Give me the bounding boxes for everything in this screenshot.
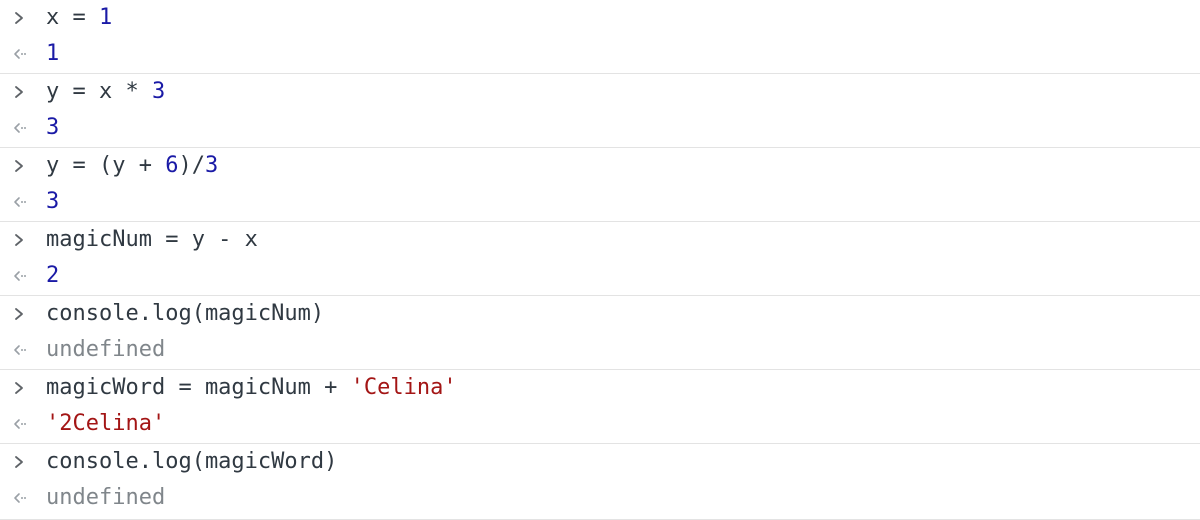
console-input-line[interactable]: magicNum = y - x xyxy=(0,222,1200,258)
console-input-line[interactable]: x = 1 xyxy=(0,0,1200,36)
console-entry: y = (y + 6)/3 3 xyxy=(0,148,1200,222)
chevron-right-icon xyxy=(0,0,46,36)
console-result-line[interactable]: undefined xyxy=(0,480,1200,516)
console-result-line[interactable]: '2Celina' xyxy=(0,406,1200,442)
console-input-code: console.log(magicWord) xyxy=(46,444,337,480)
console-result-line[interactable]: 3 xyxy=(0,184,1200,220)
return-arrow-icon xyxy=(0,36,46,72)
code-token: )/ xyxy=(178,153,205,178)
console-input-line[interactable]: magicWord = magicNum + 'Celina' xyxy=(0,370,1200,406)
code-token: y = (y + xyxy=(46,153,166,178)
code-token: console.log(magicNum) xyxy=(46,301,325,326)
console-entry: console.log(magicWord) undefined xyxy=(0,444,1200,520)
result-string: '2Celina' xyxy=(46,411,166,436)
result-number: 3 xyxy=(46,189,60,214)
code-token: x = xyxy=(46,5,99,30)
code-token: y = x * xyxy=(46,79,152,104)
chevron-right-icon xyxy=(0,222,46,258)
console-input-code: magicNum = y - x xyxy=(46,222,258,258)
return-arrow-icon xyxy=(0,258,46,294)
result-number: 1 xyxy=(46,41,60,66)
return-arrow-icon xyxy=(0,332,46,368)
console-input-code: console.log(magicNum) xyxy=(46,296,324,332)
return-arrow-icon xyxy=(0,406,46,442)
code-token: magicNum = y - x xyxy=(46,227,258,252)
console-result-line[interactable]: undefined xyxy=(0,332,1200,368)
console-input-line[interactable]: console.log(magicNum) xyxy=(0,296,1200,332)
chevron-right-icon xyxy=(0,296,46,332)
result-number: 2 xyxy=(46,263,60,288)
console-input-code: magicWord = magicNum + 'Celina' xyxy=(46,370,457,406)
console-input-line[interactable]: y = x * 3 xyxy=(0,74,1200,110)
console-input-line[interactable]: console.log(magicWord) xyxy=(0,444,1200,480)
console-entry: y = x * 33 xyxy=(0,74,1200,148)
console-result-line[interactable]: 1 xyxy=(0,36,1200,72)
code-token: console.log(magicWord) xyxy=(46,449,338,474)
number-token: 3 xyxy=(151,79,166,104)
number-token: 1 xyxy=(98,5,113,30)
chevron-right-icon xyxy=(0,444,46,480)
number-token: 6 xyxy=(165,153,179,178)
result-undefined: undefined xyxy=(46,337,166,362)
result-undefined: undefined xyxy=(46,485,166,510)
console-entry: console.log(magicNum) undefined xyxy=(0,296,1200,370)
console-input-line[interactable]: y = (y + 6)/3 xyxy=(0,148,1200,184)
console-result-line[interactable]: 2 xyxy=(0,258,1200,294)
console-entry: magicWord = magicNum + 'Celina' '2Celina' xyxy=(0,370,1200,444)
console-input-code: x = 1 xyxy=(46,0,112,36)
return-arrow-icon xyxy=(0,480,46,516)
console-entry: x = 11 xyxy=(0,0,1200,74)
console-input-code: y = (y + 6)/3 xyxy=(46,148,218,184)
chevron-right-icon xyxy=(0,370,46,406)
string-token: 'Celina' xyxy=(350,375,457,400)
return-arrow-icon xyxy=(0,184,46,220)
console-result-line[interactable]: 3 xyxy=(0,110,1200,146)
chevron-right-icon xyxy=(0,74,46,110)
code-token: magicWord = magicNum + xyxy=(46,375,351,400)
chevron-right-icon xyxy=(0,148,46,184)
result-number: 3 xyxy=(46,115,60,140)
return-arrow-icon xyxy=(0,110,46,146)
devtools-console: x = 11y = x * 33y = (y + 6)/3 3 magicNum =… xyxy=(0,0,1200,520)
console-entry: magicNum = y - x 2 xyxy=(0,222,1200,296)
console-input-code: y = x * 3 xyxy=(46,74,165,110)
number-token: 3 xyxy=(204,153,219,178)
